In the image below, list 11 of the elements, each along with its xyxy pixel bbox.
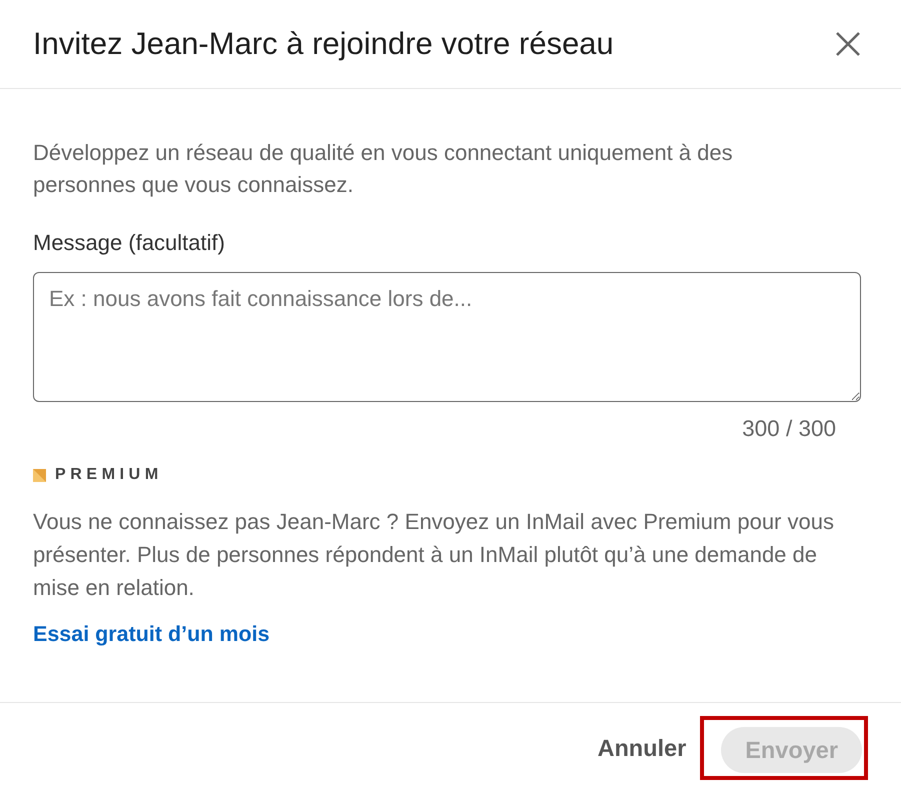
message-label: Message (facultatif) (33, 229, 225, 257)
free-trial-link[interactable]: Essai gratuit d’un mois (33, 618, 270, 650)
close-icon[interactable] (835, 31, 861, 57)
premium-icon (33, 468, 46, 482)
cancel-button[interactable]: Annuler (595, 726, 688, 770)
premium-text: Vous ne connaissez pas Jean-Marc ? Envoyez un InMail avec Premium pour vous présenter. Plus de personnes répondent à un InMail plutôt qu’à une demande de mise en relation. (33, 508, 835, 602)
dialog-title: Invitez Jean-Marc à rejoindre votre réseau (33, 26, 614, 62)
premium-label: PREMIUM (55, 466, 163, 484)
intro-text: Développez un réseau de qualité en vous connectant uniquement à des personnes que vous connaissez. (33, 139, 734, 199)
character-counter: 300 / 300 (741, 415, 837, 443)
message-field[interactable]: Ex : nous avons fait connaissance lors de... (33, 272, 861, 402)
